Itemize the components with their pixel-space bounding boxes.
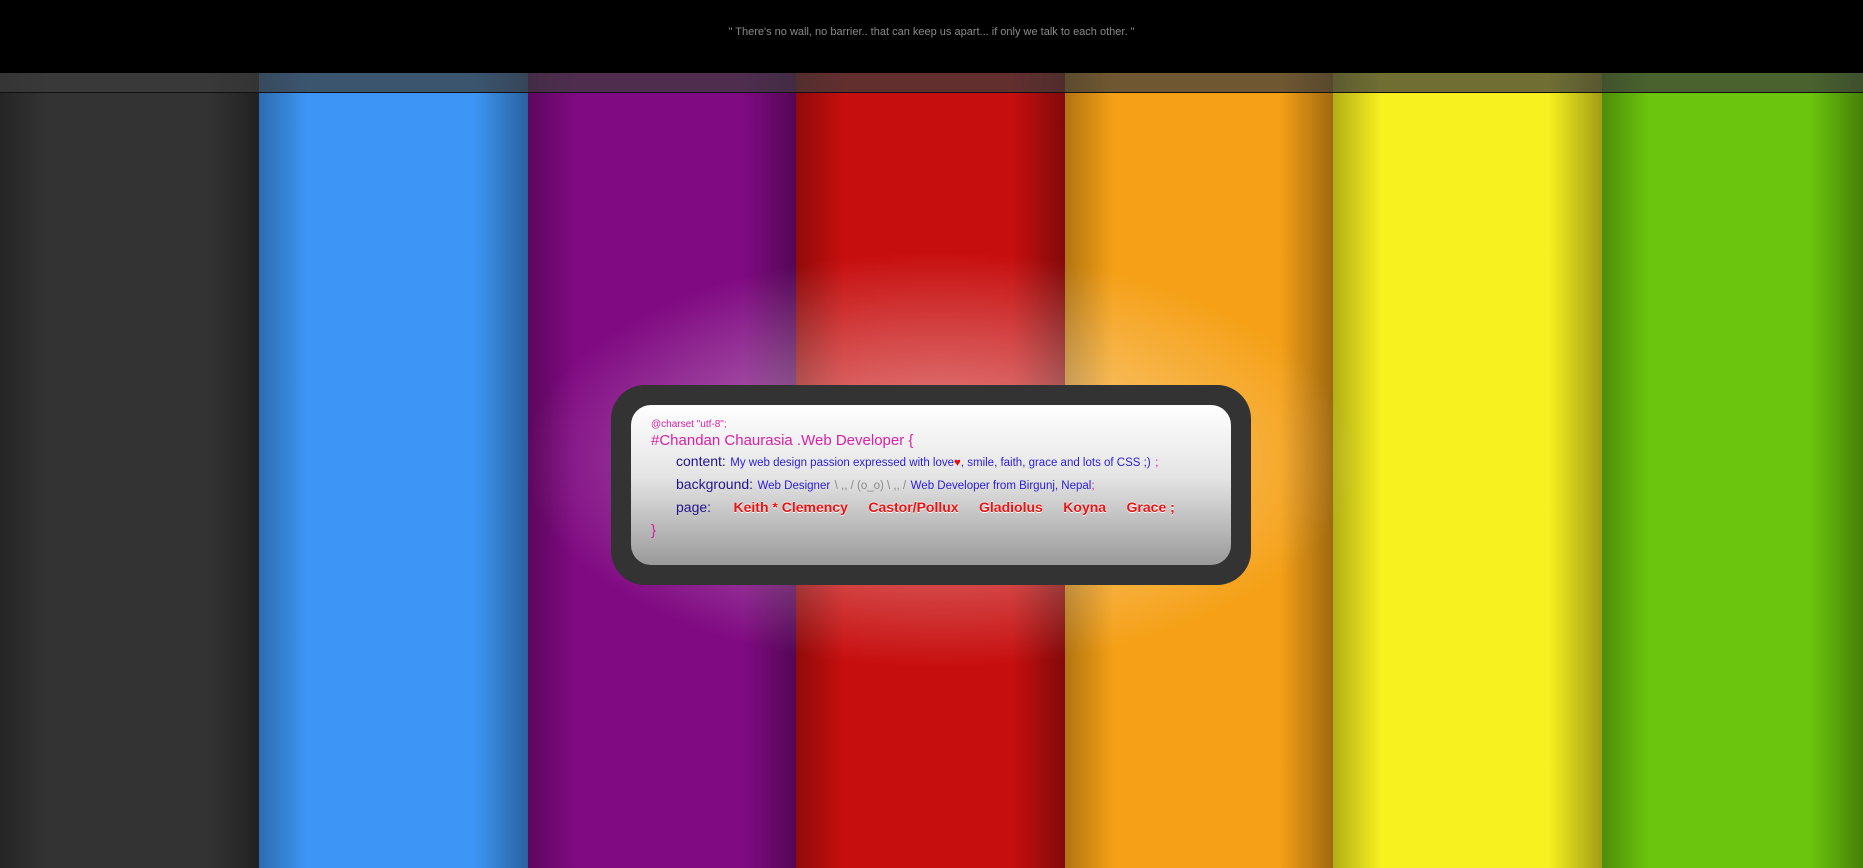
- content-property: content:: [676, 453, 726, 469]
- top-bar: " There's no wall, no barrier.. that can…: [0, 0, 1863, 73]
- selector-line: #Chandan Chaurasia .Web Developer {: [651, 432, 914, 449]
- code-card: @charset "utf-8"; #Chandan Chaurasia .We…: [611, 385, 1251, 585]
- page-link-keith-clemency[interactable]: Keith * Clemency: [734, 499, 848, 515]
- content-line: content: My web design passion expressed…: [651, 453, 1221, 471]
- stripe-blue: [259, 73, 528, 868]
- page-line: page: Keith * Clemency Castor/Pollux Gla…: [651, 499, 1221, 517]
- heart-icon: ♥: [954, 457, 961, 469]
- ascii-face: \ ,, / (o_o) \ ,, /: [834, 480, 907, 492]
- charset-line: @charset "utf-8";: [651, 419, 727, 430]
- background-value-1: Web Designer: [757, 480, 831, 492]
- closing-brace: }: [651, 522, 657, 539]
- page-link-castor-pollux[interactable]: Castor/Pollux: [868, 499, 958, 515]
- code-card-inner: @charset "utf-8"; #Chandan Chaurasia .We…: [631, 405, 1231, 565]
- css-code-block: @charset "utf-8"; #Chandan Chaurasia .We…: [651, 419, 1221, 539]
- background-property: background:: [676, 476, 754, 492]
- background-value-2: Web Developer from Birgunj, Nepal: [910, 480, 1092, 492]
- quote-text: " There's no wall, no barrier.. that can…: [728, 26, 1135, 38]
- stripe-green: [1602, 73, 1863, 868]
- background-line: background: Web Designer \ ,, / (o_o) \ …: [651, 476, 1221, 494]
- content-value-rest: , smile, faith, grace and lots of CSS ;): [960, 457, 1151, 469]
- page-link-grace[interactable]: Grace ;: [1127, 499, 1175, 515]
- stripe-dark: [0, 73, 259, 868]
- page-link-gladiolus[interactable]: Gladiolus: [979, 499, 1043, 515]
- content-value: My web design passion expressed with lov…: [730, 457, 955, 469]
- page-property: page:: [676, 499, 712, 515]
- page-link-koyna[interactable]: Koyna: [1063, 499, 1106, 515]
- stripe-yellow: [1333, 73, 1602, 868]
- content-semicolon: ;: [1155, 455, 1159, 469]
- background-semicolon: ;: [1091, 478, 1095, 492]
- shelf-bar: [0, 73, 1863, 93]
